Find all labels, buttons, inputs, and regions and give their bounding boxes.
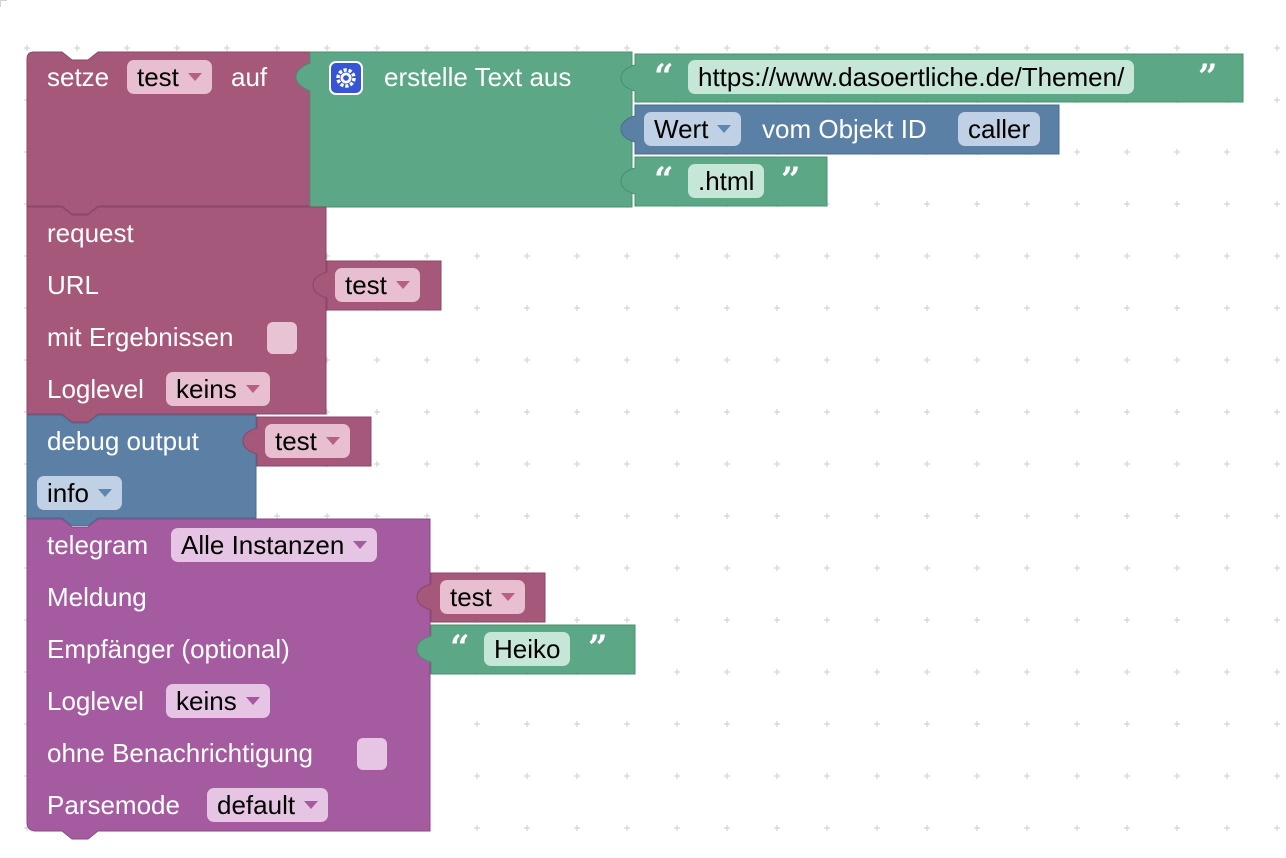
quote-close-icon: ” bbox=[1198, 57, 1218, 97]
telegram-label: telegram bbox=[47, 530, 149, 560]
url-string-field[interactable]: https://www.dasoertliche.de/Themen/ bbox=[688, 60, 1135, 94]
telegram-parsemode-label: Parsemode bbox=[47, 790, 180, 820]
text-join-label: erstelle Text aus bbox=[384, 62, 572, 92]
request-url-label: URL bbox=[47, 270, 100, 300]
state-attribute-dropdown[interactable]: Wert bbox=[644, 112, 742, 146]
telegram-instance-dropdown[interactable]: Alle Instanzen bbox=[171, 528, 378, 562]
quote-open-icon: “ bbox=[450, 628, 470, 668]
request-title: request bbox=[47, 218, 134, 248]
html-string-field[interactable]: .html bbox=[688, 164, 765, 198]
telegram-recipient-label: Empfänger (optional) bbox=[47, 634, 290, 664]
url-variable-dropdown[interactable]: test bbox=[335, 268, 420, 302]
quote-close-icon: ” bbox=[588, 628, 608, 668]
recipient-string-field[interactable]: Heiko bbox=[484, 632, 571, 666]
set-variable-dropdown[interactable]: test bbox=[127, 60, 212, 94]
debug-level-dropdown[interactable]: info bbox=[37, 476, 122, 510]
set-label: setze bbox=[47, 62, 110, 92]
debug-variable-dropdown[interactable]: test bbox=[265, 424, 350, 458]
quote-close-icon: ” bbox=[781, 160, 801, 200]
quote-open-icon: “ bbox=[654, 57, 674, 97]
telegram-silent-label: ohne Benachrichtigung bbox=[47, 738, 313, 768]
telegram-loglevel-label: Loglevel bbox=[47, 686, 144, 716]
request-loglevel-label: Loglevel bbox=[47, 374, 144, 404]
set-to-label: auf bbox=[231, 62, 268, 92]
telegram-silent-checkbox[interactable] bbox=[357, 738, 387, 770]
state-of-object-label: vom Objekt ID bbox=[762, 114, 927, 144]
request-results-label: mit Ergebnissen bbox=[47, 322, 234, 352]
message-variable-dropdown[interactable]: test bbox=[440, 580, 525, 614]
telegram-loglevel-dropdown[interactable]: keins bbox=[166, 684, 270, 718]
telegram-message-label: Meldung bbox=[47, 582, 147, 612]
gear-icon[interactable] bbox=[329, 61, 363, 95]
debug-output-label: debug output bbox=[47, 426, 199, 456]
object-id-field[interactable]: caller bbox=[958, 112, 1041, 146]
request-loglevel-dropdown[interactable]: keins bbox=[166, 372, 270, 406]
telegram-parsemode-dropdown[interactable]: default bbox=[207, 788, 329, 822]
quote-open-icon: “ bbox=[654, 160, 674, 200]
request-results-checkbox[interactable] bbox=[267, 322, 297, 354]
